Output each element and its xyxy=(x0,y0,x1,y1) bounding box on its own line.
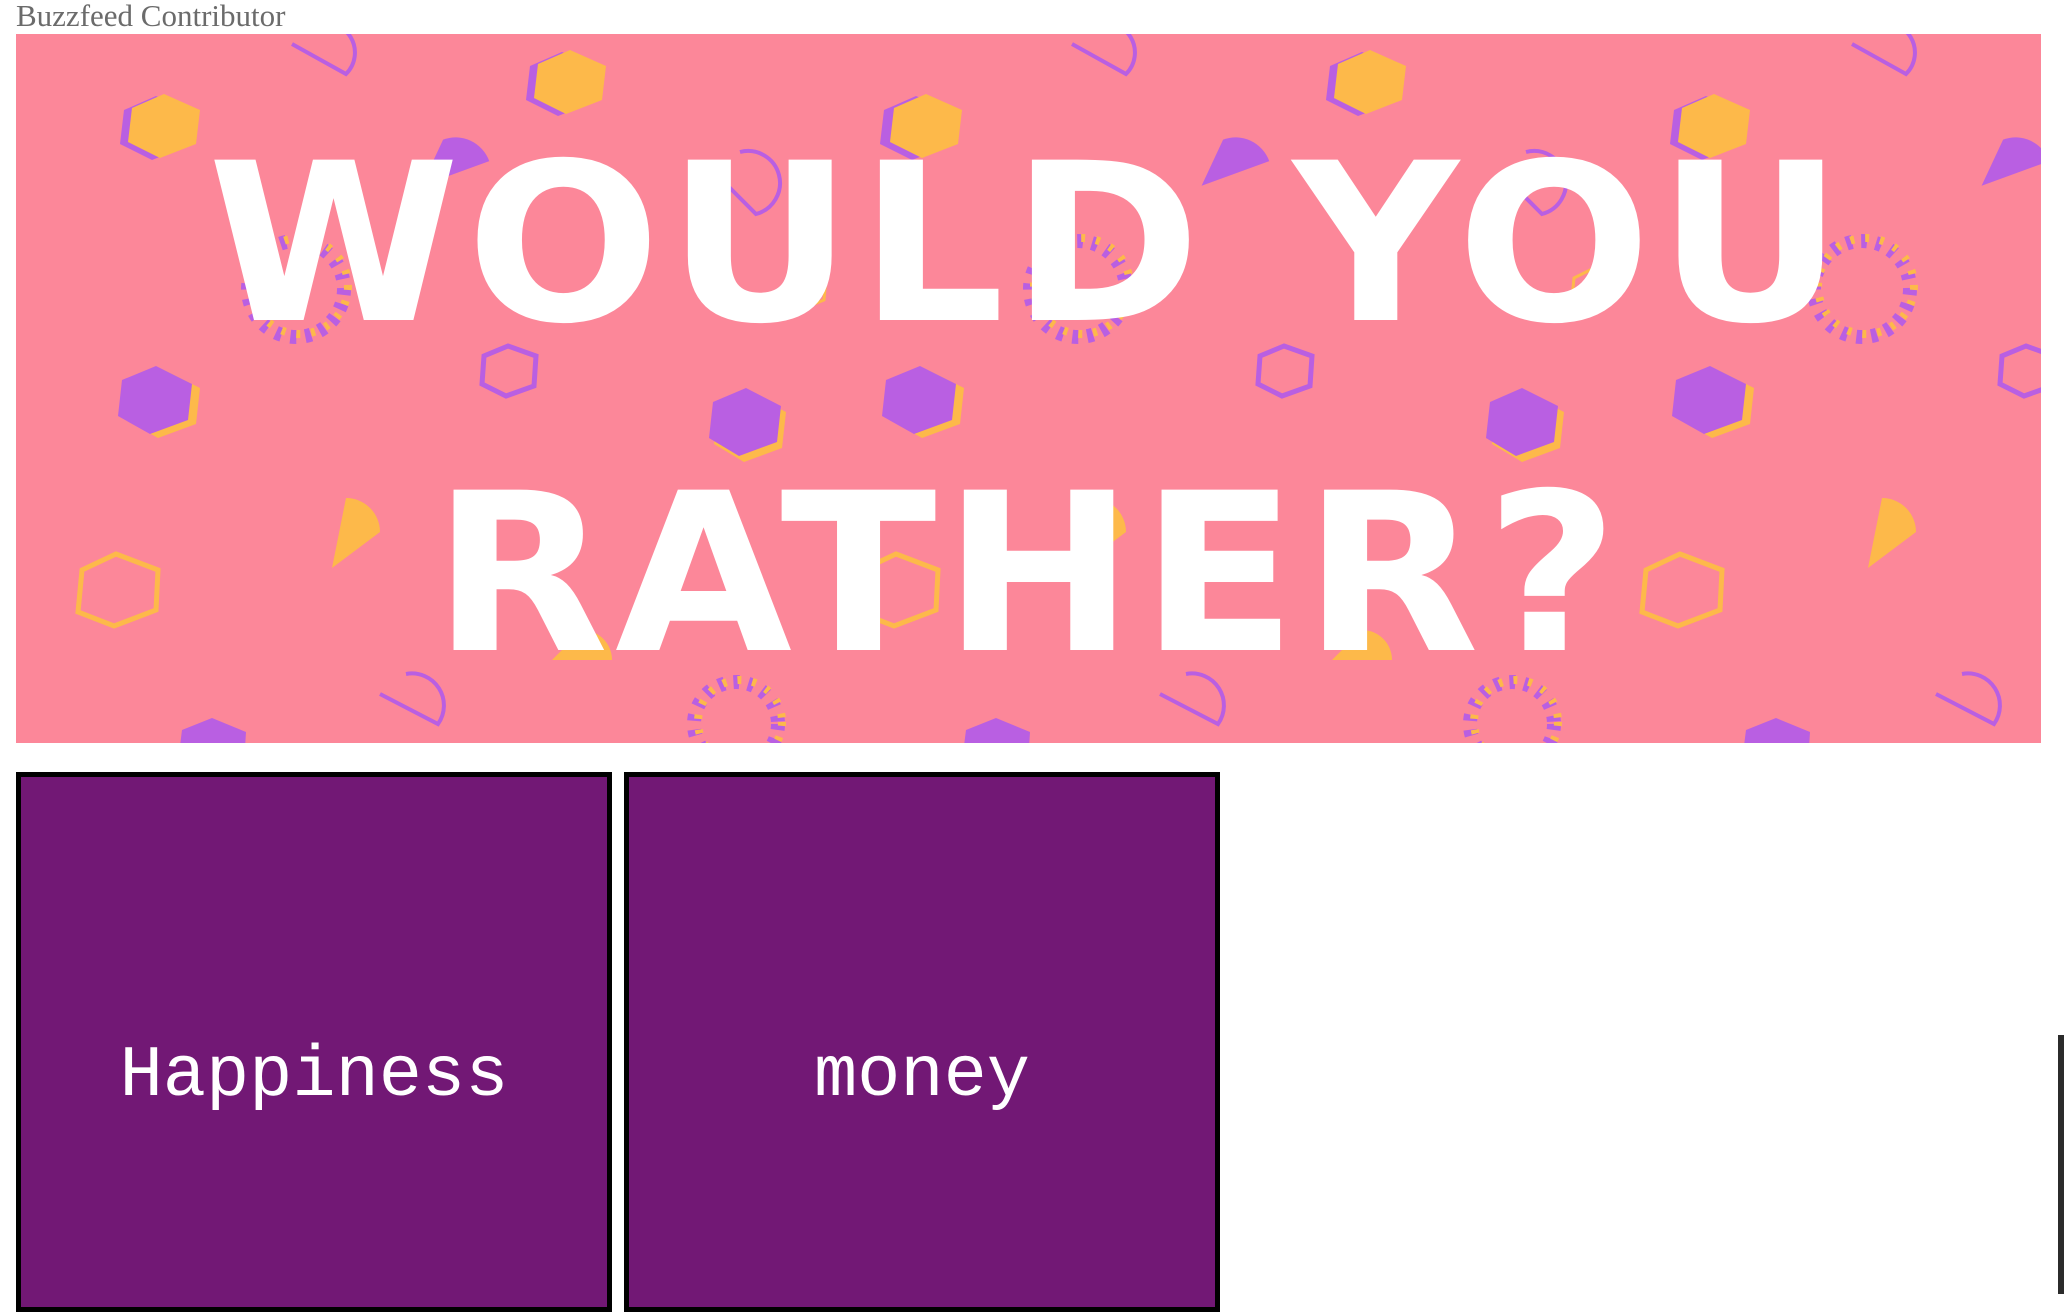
choice-label: money xyxy=(813,1035,1031,1117)
headline-line-2: RATHER? xyxy=(432,446,1625,702)
would-you-rather-banner: WOULD YOU RATHER? xyxy=(16,34,2041,743)
choice-label: Happiness xyxy=(119,1035,509,1117)
choice-money-button[interactable]: money xyxy=(624,772,1220,1312)
contributor-label: Buzzfeed Contributor xyxy=(16,0,286,33)
choice-happiness-button[interactable]: Happiness xyxy=(16,772,612,1312)
headline-line-1: WOULD YOU xyxy=(207,116,1850,372)
scrollbar[interactable] xyxy=(2058,1035,2064,1294)
